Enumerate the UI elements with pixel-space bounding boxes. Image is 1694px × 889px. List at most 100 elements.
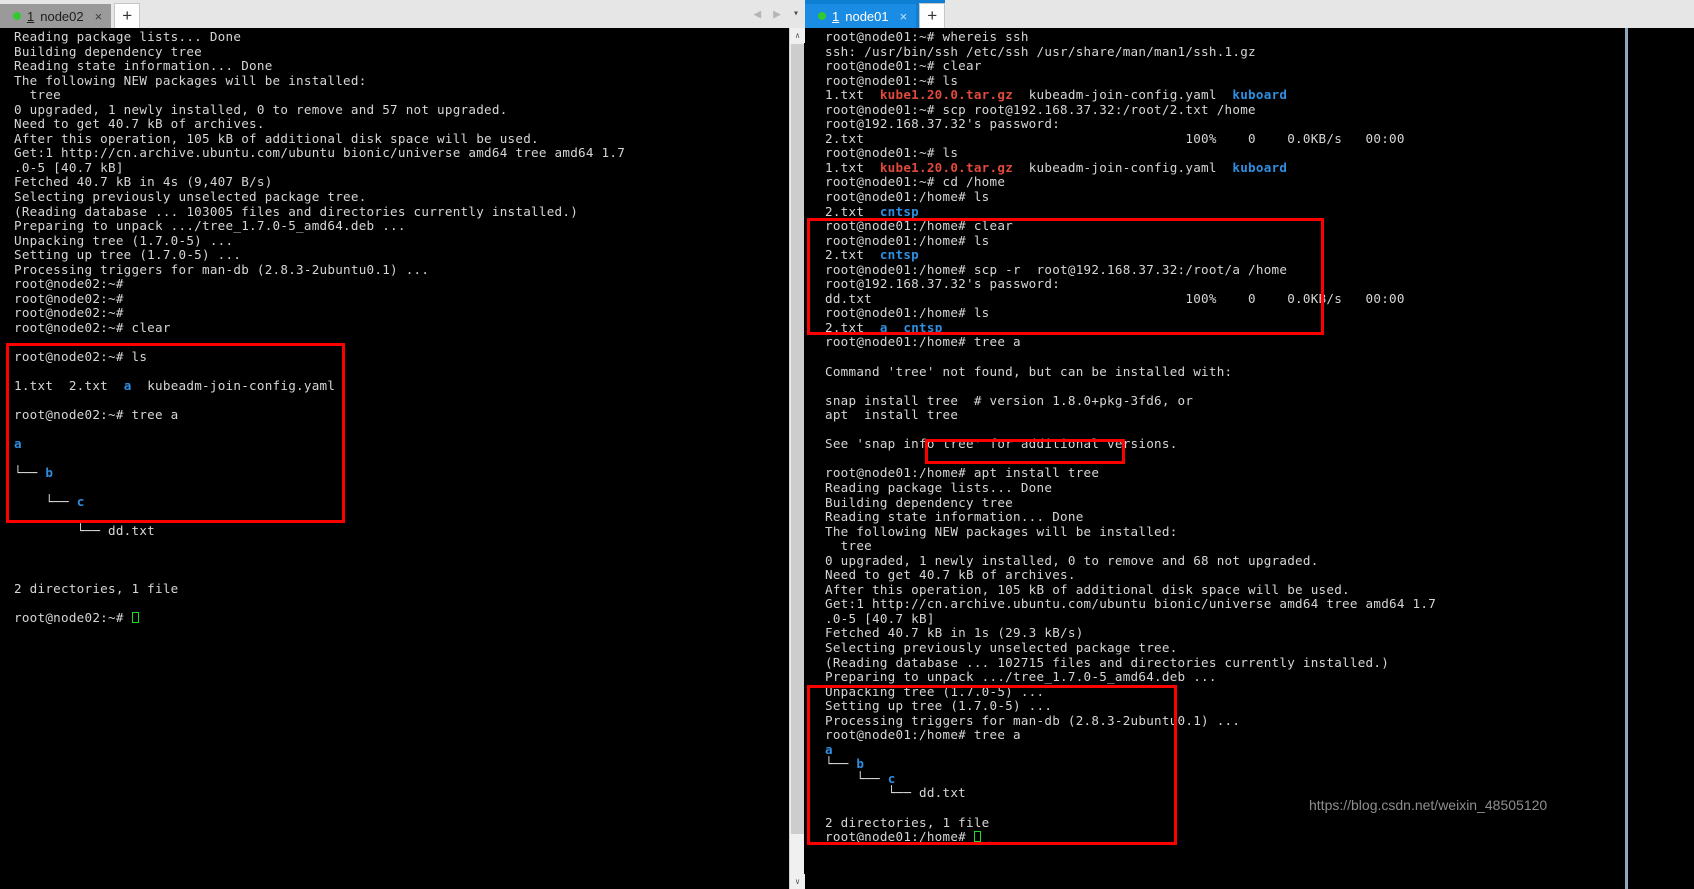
left-cmd-ls: root@node02:~# ls (14, 348, 148, 364)
terminal-line: Command 'tree' not found, but can be ins… (825, 363, 1233, 379)
tab-number: 1 (27, 8, 35, 24)
left-ls-out-dir: a (123, 377, 132, 393)
close-icon[interactable]: × (95, 9, 103, 24)
terminal-line: Building dependency tree (14, 43, 203, 59)
right-tabbar-filler (945, 0, 1694, 28)
left-ls-out-plain-b: kubeadm-join-config.yaml (131, 377, 336, 393)
terminal-line: 0 upgraded, 1 newly installed, 0 to remo… (825, 552, 1319, 568)
terminal-line: root@node01:~# ls (825, 72, 959, 88)
terminal-line: 0 upgraded, 1 newly installed, 0 to remo… (14, 101, 508, 117)
terminal-line: 2 directories, 1 file (825, 814, 990, 830)
terminal-line-apt-install: root@node01:/home# apt install tree (825, 465, 1100, 481)
terminal-line: .0-5 [40.7 kB] (14, 159, 124, 175)
terminal-line: root@node01:/home# tree a (825, 334, 1021, 350)
terminal-line-ls: 2.txt a cntsp (825, 319, 943, 335)
terminal-line: Selecting previously unselected package … (825, 639, 1178, 655)
terminal-line: Preparing to unpack .../tree_1.7.0-5_amd… (14, 218, 406, 234)
terminal-line: Get:1 http://cn.archive.ubuntu.com/ubunt… (825, 596, 1437, 612)
terminal-line: root@node01:/home# ls (825, 189, 990, 205)
terminal-line: dd.txt 100% 0 0.0KB/s 00:00 (825, 290, 1405, 306)
left-tree-branch-b: └── (14, 464, 46, 480)
left-boxed-output: root@node02:~# ls 1.txt 2.txt a kubeadm-… (14, 335, 335, 640)
left-tree-summary: 2 directories, 1 file (14, 581, 179, 597)
terminal-line: Reading state information... Done (825, 509, 1084, 525)
left-terminal-body[interactable]: Reading package lists... Done Building de… (0, 28, 805, 889)
terminal-line: Need to get 40.7 kB of archives. (14, 116, 265, 132)
terminal-line: Processing triggers for man-db (2.8.3-2u… (14, 261, 430, 277)
terminal-line: root@node01:/home# clear (825, 218, 1014, 234)
terminal-line: Need to get 40.7 kB of archives. (825, 567, 1076, 583)
nav-forward-icon[interactable]: ▶ (773, 8, 781, 21)
terminal-line: Unpacking tree (1.7.0-5) ... (14, 232, 234, 248)
terminal-line: root@node01:~# scp root@192.168.37.32:/r… (825, 101, 1256, 117)
terminal-line: The following NEW packages will be insta… (14, 72, 367, 88)
terminal-line: root@node02:~# (14, 276, 124, 292)
green-dot-icon (13, 12, 21, 20)
terminal-line: .0-5 [40.7 kB] (825, 610, 935, 626)
terminal-line: root@node01:~# ls (825, 145, 959, 161)
left-tree-node-b: b (45, 464, 54, 480)
nav-back-icon[interactable]: ◀ (753, 8, 761, 21)
terminal-line-prompt: root@node01:/home# (825, 830, 1436, 845)
terminal-line: The following NEW packages will be insta… (825, 523, 1178, 539)
right-scrollbar[interactable]: ∧ ∨ (789, 28, 805, 889)
scrollbar-thumb[interactable] (791, 44, 804, 834)
left-cmd-tree: root@node02:~# tree a (14, 406, 179, 422)
close-icon[interactable]: × (900, 9, 908, 24)
terminal-line: apt install tree (825, 407, 959, 423)
terminal-line-tree: a (825, 741, 833, 757)
left-final-prompt: root@node02:~# (14, 610, 132, 626)
terminal-line: Fetched 40.7 kB in 4s (9,407 B/s) (14, 174, 273, 190)
text-cursor (131, 612, 139, 624)
terminal-line: root@192.168.37.32's password: (825, 116, 1061, 132)
tab-number: 1 (832, 8, 840, 24)
new-tab-button[interactable]: + (919, 3, 946, 28)
left-tab-nav: ◀ ▶ ▾ (753, 0, 805, 28)
terminal-line: Reading state information... Done (14, 58, 273, 74)
terminal-line: Reading package lists... Done (825, 479, 1053, 495)
watermark: https://blog.csdn.net/weixin_48505120 (1309, 797, 1548, 813)
left-tree-node-c: c (76, 494, 85, 510)
terminal-line: Get:1 http://cn.archive.ubuntu.com/ubunt… (14, 145, 626, 161)
terminal-line: Setting up tree (1.7.0-5) ... (14, 247, 242, 263)
terminal-line: root@node01:/home# tree a (825, 727, 1021, 743)
terminal-line: 2.txt 100% 0 0.0KB/s 00:00 (825, 130, 1405, 146)
right-pane-split-bar (1625, 28, 1628, 889)
scroll-down-arrow-icon[interactable]: ∨ (790, 874, 805, 889)
right-terminal-body[interactable]: root@node01:~# whereis ssh ssh: /usr/bin/… (805, 28, 1694, 889)
terminal-line: root@node01:~# cd /home (825, 174, 1006, 190)
green-dot-icon (818, 12, 826, 20)
terminal-line: Unpacking tree (1.7.0-5) ... (825, 683, 1045, 699)
new-tab-button[interactable]: + (114, 3, 141, 28)
terminal-line: Setting up tree (1.7.0-5) ... (825, 698, 1053, 714)
tab-node02[interactable]: 1 node02 × (0, 4, 112, 28)
right-terminal-scrollback: root@node01:~# whereis ssh ssh: /usr/bin/… (825, 29, 1437, 845)
left-tree-file: └── dd.txt (14, 523, 156, 539)
left-tab-bar: 1 node02 × + ◀ ▶ ▾ (0, 0, 805, 28)
terminal-line: Reading package lists... Done (14, 29, 242, 44)
left-ls-out-plain-a: 1.txt 2.txt (14, 377, 124, 393)
tab-title: node01 (845, 8, 889, 24)
terminal-line: After this operation, 105 kB of addition… (825, 581, 1350, 597)
tab-title: node02 (40, 8, 84, 24)
terminal-line: root@node02:~# (14, 305, 124, 321)
terminal-line-ls: 2.txt cntsp (825, 247, 920, 263)
terminal-line: tree (825, 538, 873, 554)
tab-node01[interactable]: 1 node01 × (805, 4, 917, 28)
terminal-line: root@node02:~# (14, 290, 124, 306)
terminal-line-ls: 2.txt cntsp (825, 203, 920, 219)
terminal-line: See 'snap info tree' for additional vers… (825, 436, 1178, 452)
right-tab-bar: 1 node01 × + (805, 0, 1694, 28)
scroll-up-arrow-icon[interactable]: ∧ (790, 28, 805, 43)
terminal-line: root@node01:~# whereis ssh (825, 29, 1029, 44)
terminal-line: root@node01:/home# ls (825, 232, 990, 248)
terminal-line: root@node01:~# clear (825, 58, 982, 74)
chevron-down-icon[interactable]: ▾ (793, 9, 799, 19)
terminal-line-ls: 1.txt kube1.20.0.tar.gz kubeadm-join-con… (825, 159, 1288, 175)
terminal-line: root@node01:/home# ls (825, 305, 990, 321)
terminal-line: Building dependency tree (825, 494, 1014, 510)
terminal-line: root@192.168.37.32's password: (825, 276, 1061, 292)
terminal-line: tree (14, 87, 62, 103)
